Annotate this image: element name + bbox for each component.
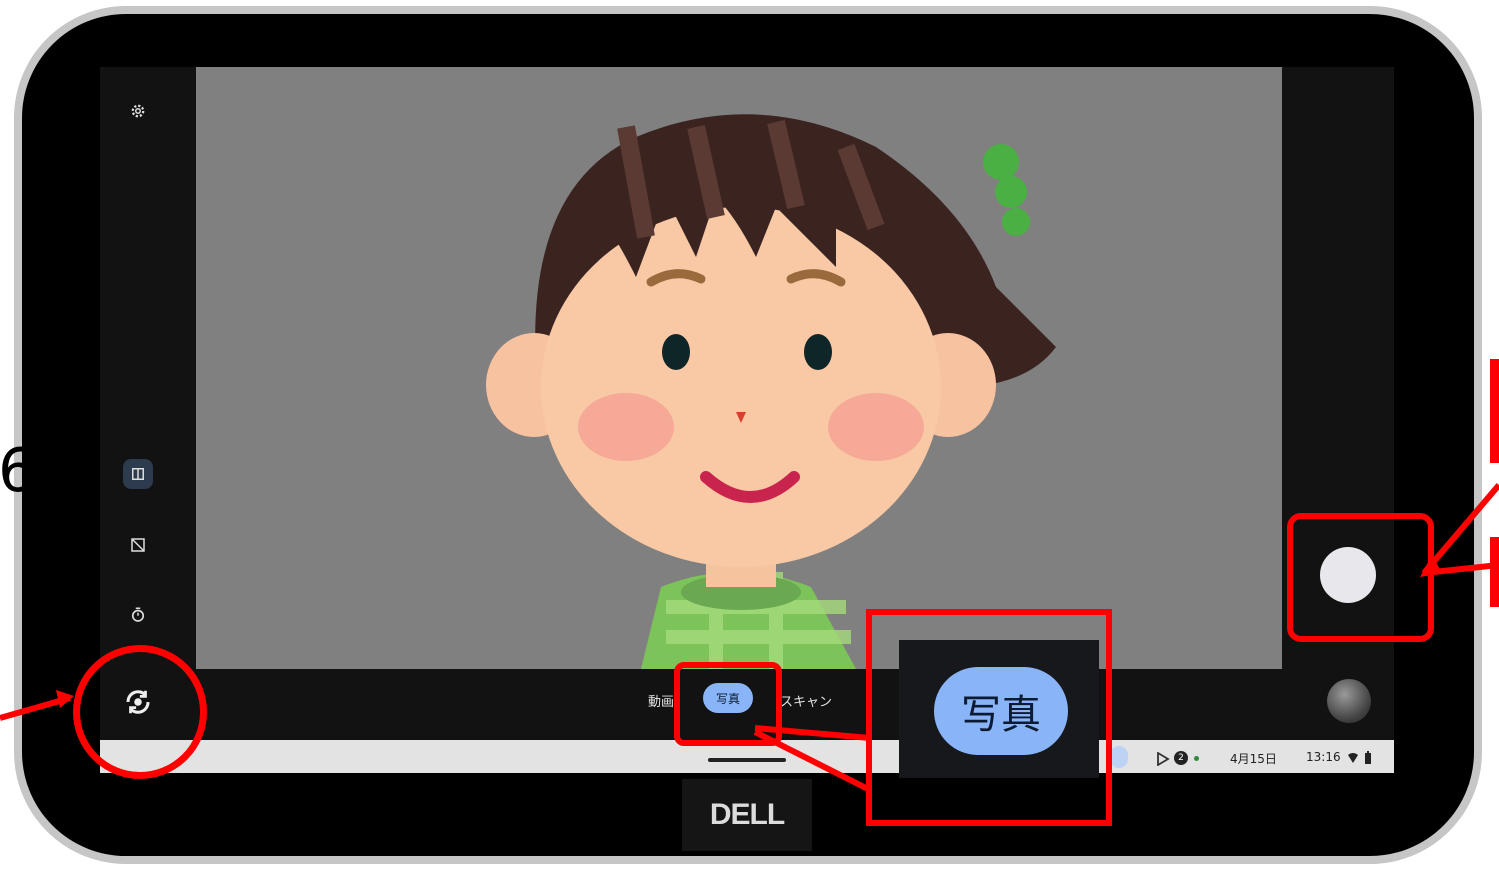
edge-text: 6: [0, 436, 37, 506]
left-control-bar: [100, 67, 196, 737]
zoomed-photo-tab: 写真: [899, 640, 1099, 778]
grid-icon: [132, 468, 144, 480]
mirror-icon: [131, 538, 145, 552]
gear-icon: [131, 104, 145, 118]
date-text[interactable]: 4月15日: [1230, 750, 1277, 767]
play-store-icon: [1157, 752, 1170, 766]
settings-button[interactable]: [123, 96, 153, 126]
launcher-app-icon[interactable]: [1110, 746, 1128, 768]
dell-logo: DELL: [682, 779, 812, 851]
right-arrow-annotation: [1420, 359, 1499, 607]
girl-illustration: [486, 114, 1056, 669]
gallery-thumbnail[interactable]: [1327, 679, 1371, 723]
shutter-highlight-box: [1287, 513, 1434, 642]
switch-camera-highlight-circle: [73, 645, 207, 779]
wifi-icon: [1348, 753, 1358, 763]
camera-preview: [196, 67, 1282, 669]
timer-button[interactable]: [123, 600, 153, 630]
mode-video-tab[interactable]: 動画: [648, 691, 674, 710]
timer-icon: [131, 607, 145, 622]
notification-count-badge[interactable]: 2: [1174, 751, 1188, 765]
zoomed-photo-pill: 写真: [934, 667, 1068, 755]
mirror-toggle-button[interactable]: [123, 530, 153, 560]
battery-icon: [1365, 751, 1371, 764]
status-dot: [1194, 756, 1199, 761]
grid-toggle-button[interactable]: [123, 459, 153, 489]
left-arrow-annotation: [0, 690, 74, 721]
time-text[interactable]: 13:16: [1306, 750, 1341, 764]
